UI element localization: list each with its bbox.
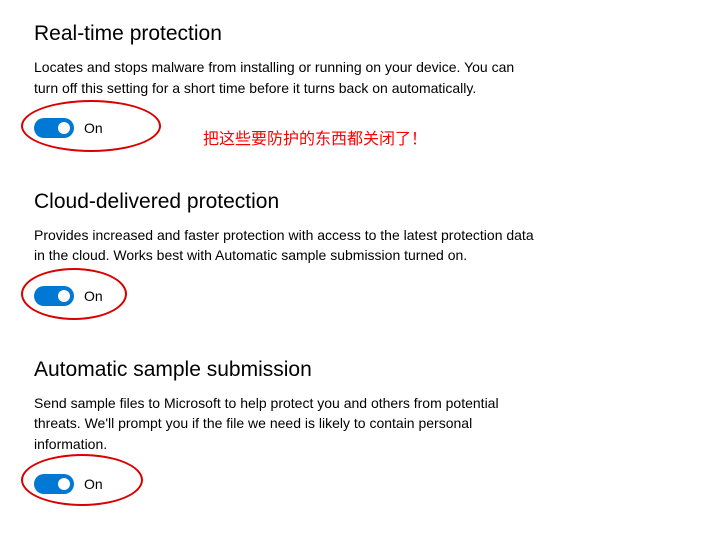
- sample-submission-toggle-label: On: [84, 476, 103, 492]
- sample-submission-title: Automatic sample submission: [34, 356, 534, 383]
- realtime-protection-description: Locates and stops malware from installin…: [34, 57, 534, 98]
- realtime-protection-toggle[interactable]: [34, 118, 74, 138]
- sample-submission-description: Send sample files to Microsoft to help p…: [34, 393, 534, 454]
- toggle-knob-icon: [58, 290, 70, 302]
- cloud-protection-section: Cloud-delivered protection Provides incr…: [34, 188, 534, 306]
- cloud-protection-description: Provides increased and faster protection…: [34, 225, 534, 266]
- cloud-protection-title: Cloud-delivered protection: [34, 188, 534, 215]
- sample-submission-toggle-row: On: [34, 474, 534, 494]
- cloud-protection-toggle-row: On: [34, 286, 534, 306]
- realtime-protection-title: Real-time protection: [34, 20, 534, 47]
- sample-submission-section: Automatic sample submission Send sample …: [34, 356, 534, 494]
- cloud-protection-toggle[interactable]: [34, 286, 74, 306]
- toggle-knob-icon: [58, 122, 70, 134]
- cloud-protection-toggle-label: On: [84, 288, 103, 304]
- sample-submission-toggle[interactable]: [34, 474, 74, 494]
- realtime-protection-toggle-label: On: [84, 120, 103, 136]
- toggle-knob-icon: [58, 478, 70, 490]
- annotation-text: 把这些要防护的东西都关闭了！: [203, 125, 427, 149]
- realtime-protection-section: Real-time protection Locates and stops m…: [34, 20, 534, 138]
